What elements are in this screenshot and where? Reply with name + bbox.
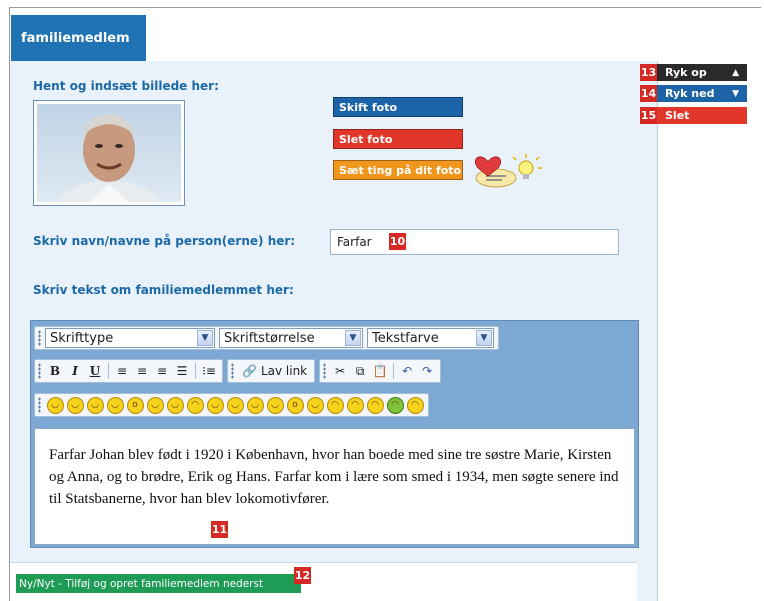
change-photo-label: Skift foto [339,100,398,114]
badge-13: 13 [640,64,657,81]
undo-icon[interactable]: ↶ [397,361,417,381]
toolbar-row-fonts: Skrifttype ▼ Skriftstørrelse ▼ Tekstfarv… [34,325,503,351]
toolbar-grip[interactable] [231,363,234,379]
chevron-down-icon: ▼ [345,330,361,346]
text-heading: Skriv tekst om familiemedlemmet her: [33,283,294,297]
align-left-icon[interactable]: ≡ [112,361,132,381]
move-up-button[interactable]: Ryk op ▲ [657,64,747,81]
link-group: 🔗 Lav link [227,359,316,383]
smiley-icon[interactable]: ◡ [266,396,284,414]
smiley-icon[interactable]: ◡ [306,396,324,414]
move-down-label: Ryk ned [665,87,715,100]
badge-14: 14 [640,85,657,102]
toolbar-row-format: B I U ≡ ≡ ≡ ☰ ⁝≡ 🔗 Lav link ✂ ⧉ 📋 ↶ ↷ [34,358,445,384]
smiley-icon[interactable]: ◡ [86,396,104,414]
smiley-icon[interactable]: ◡ [166,396,184,414]
tab-label: familiemedlem [21,31,130,46]
paste-icon[interactable]: 📋 [370,361,390,381]
toolbar-grip[interactable] [38,397,41,413]
add-member-label: Ny/Nyt - Tilføj og opret familiemedlem n… [19,577,264,590]
toolbar-grip[interactable] [323,363,327,379]
bold-button[interactable]: B [45,361,65,381]
delete-member-label: Slet [665,109,690,122]
portrait-image [37,104,181,202]
smiley-icon[interactable]: o [126,396,144,414]
chevron-down-icon: ▼ [197,330,213,346]
clipboard-group: ✂ ⧉ 📋 ↶ ↷ [319,359,442,383]
size-select[interactable]: Skriftstørrelse ▼ [219,328,363,348]
format-group: B I U ≡ ≡ ≡ ☰ ⁝≡ [34,359,223,383]
move-down-button[interactable]: Ryk ned ▼ [657,85,747,102]
triangle-down-icon: ▼ [732,88,739,99]
frame-top-border [9,7,761,8]
smiley-group: ◡ ◡ ◡ ◡ o ◡ ◡ ◠ ◡ ◡ ◡ ◡ o ◡ ◠ ◠ ◠ ◠ ◠ [34,393,429,417]
editor-text-area[interactable]: Farfar Johan blev født i 1920 i Københav… [34,428,635,545]
cut-icon[interactable]: ✂ [330,361,350,381]
color-select-value: Tekstfarve [372,330,439,346]
color-select[interactable]: Tekstfarve ▼ [367,328,494,348]
font-select[interactable]: Skrifttype ▼ [45,328,215,348]
smiley-icon[interactable]: ◡ [226,396,244,414]
badge-11: 11 [211,521,228,538]
make-link-button[interactable]: 🔗 Lav link [238,364,311,378]
font-group: Skrifttype ▼ Skriftstørrelse ▼ Tekstfarv… [34,326,499,350]
name-label: Skriv navn/navne på person(erne) her: [33,234,296,248]
smiley-icon[interactable]: ◠ [366,396,384,414]
delete-photo-button[interactable]: Slet foto [333,129,463,149]
name-input[interactable] [330,229,619,255]
size-select-value: Skriftstørrelse [224,330,315,346]
toolbar-grip[interactable] [38,363,41,379]
align-center-icon[interactable]: ≡ [132,361,152,381]
toolbar-separator [108,363,109,379]
copy-icon[interactable]: ⧉ [350,361,370,381]
redo-icon[interactable]: ↷ [417,361,437,381]
delete-member-button[interactable]: Slet [657,107,747,124]
toolbar-grip[interactable] [38,330,41,346]
tab-familiemedlem[interactable]: familiemedlem [11,15,146,62]
toolbar-separator [195,363,196,379]
smiley-icon[interactable]: ◠ [326,396,344,414]
portrait-svg [57,114,161,202]
add-member-button[interactable]: Ny/Nyt - Tilføj og opret familiemedlem n… [16,574,301,593]
smiley-icon[interactable]: ◠ [346,396,364,414]
smiley-icon[interactable]: ◡ [106,396,124,414]
editor-content: Farfar Johan blev født i 1920 i Københav… [49,447,619,507]
triangle-up-icon: ▲ [732,67,739,78]
text-editor: Skrifttype ▼ Skriftstørrelse ▼ Tekstfarv… [30,320,639,548]
member-photo[interactable] [33,100,185,206]
smiley-icon[interactable]: ◠ [386,396,404,414]
smiley-icon[interactable]: ◡ [66,396,84,414]
badge-10: 10 [389,233,406,250]
chevron-down-icon: ▼ [476,330,492,346]
badge-12: 12 [294,567,311,584]
move-up-label: Ryk op [665,66,707,79]
align-right-icon[interactable]: ≡ [152,361,172,381]
bullet-list-icon[interactable]: ⁝≡ [199,361,219,381]
italic-button[interactable]: I [65,361,85,381]
smiley-icon[interactable]: ◠ [186,396,204,414]
change-photo-button[interactable]: Skift foto [333,97,463,117]
smiley-icon[interactable]: o [286,396,304,414]
link-icon: 🔗 [242,364,257,378]
toolbar-row-smileys: ◡ ◡ ◡ ◡ o ◡ ◡ ◠ ◡ ◡ ◡ ◡ o ◡ ◠ ◠ ◠ ◠ ◠ [34,392,433,418]
photo-heading: Hent og indsæt billede her: [33,79,219,93]
font-select-value: Skrifttype [50,330,114,346]
underline-button[interactable]: U [85,361,105,381]
align-justify-icon[interactable]: ☰ [172,361,192,381]
decorations-clipart[interactable] [468,148,548,192]
delete-photo-label: Slet foto [339,132,393,146]
decorate-photo-button[interactable]: Sæt ting på dit foto [333,160,463,180]
badge-15: 15 [640,107,657,124]
make-link-label: Lav link [260,364,308,378]
toolbar-separator [393,363,395,379]
decorate-photo-label: Sæt ting på dit foto [339,163,462,177]
smiley-icon[interactable]: ◡ [206,396,224,414]
smiley-icon[interactable]: ◡ [46,396,64,414]
smiley-icon[interactable]: ◡ [146,396,164,414]
smiley-icon[interactable]: ◠ [406,396,424,414]
lightbulb-icon [518,160,534,176]
smiley-icon[interactable]: ◡ [246,396,264,414]
